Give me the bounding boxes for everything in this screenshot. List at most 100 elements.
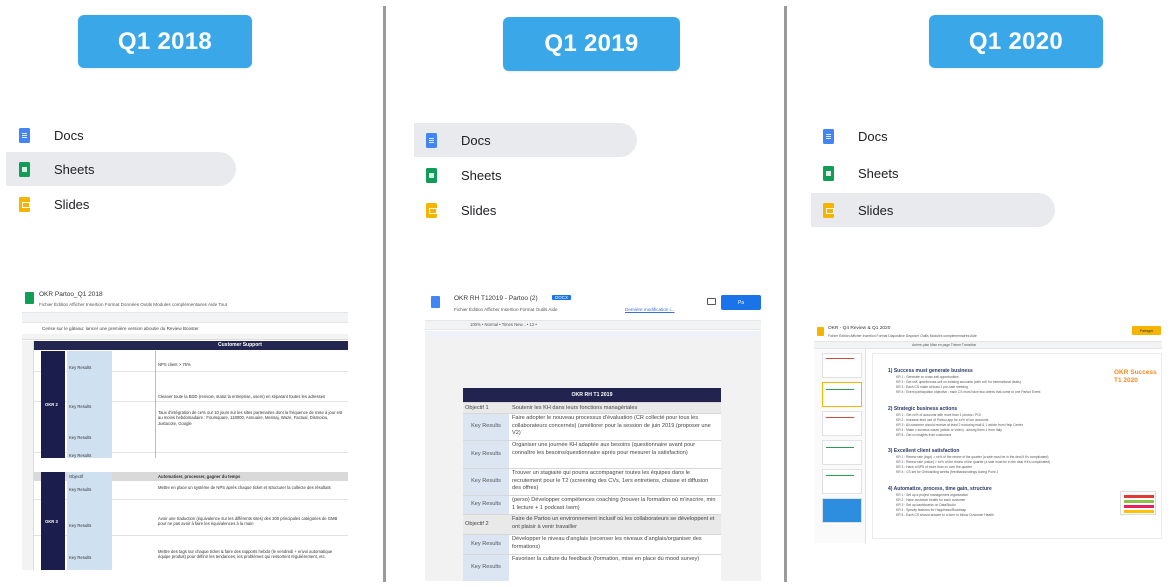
legend-swatch [1124, 500, 1154, 503]
quarter-button-q1-2018[interactable]: Q1 2018 [78, 15, 252, 68]
column-q1-2020: Q1 2020 Docs Sheets Slides OKR - Q4 Revi… [787, 0, 1173, 587]
thumb-line [826, 358, 854, 359]
slide-thumbnail[interactable] [822, 469, 862, 494]
section-header: Customer Support [218, 341, 262, 348]
table-row-text: Faire de Partoo un environnement inclusi… [509, 514, 721, 534]
comment-icon[interactable] [707, 298, 716, 305]
app-item-docs[interactable]: Docs [0, 118, 236, 152]
okr-label: OKR 3 [45, 519, 58, 524]
slide-bullet: KR 5 : Each CS should answer to a form t… [896, 513, 994, 517]
file-title: OKR Partoo_Q1 2018 [39, 291, 103, 298]
table-row-label: Objectif 1 [463, 402, 509, 413]
status-legend [1120, 491, 1156, 515]
slide-thumbnail[interactable] [822, 353, 862, 378]
thumb-line [826, 417, 854, 418]
sheets-icon [19, 161, 30, 177]
table-row-text: Soutenir les KH dans leurs fonctions man… [509, 402, 721, 413]
slide-thumbnail[interactable] [822, 382, 862, 407]
toolbar-text: 100% • Normal • Times New... • 12 • [470, 322, 537, 327]
doc-screenshot-2019: OKR RH T12019 - Partoo (2) DOCX Fichier … [425, 283, 761, 581]
sheets-file-icon [25, 292, 34, 304]
table-row-text: Faire adopter le nouveau processus d'éva… [509, 413, 721, 440]
table-row-text: (perso) Développer compétences coaching … [509, 495, 721, 514]
docs-file-icon [431, 296, 440, 308]
last-edit-link[interactable]: Dernière modification i... [625, 307, 675, 312]
slide-bullet: KR 4 : Event participation objective : e… [896, 390, 1041, 394]
docs-icon [823, 128, 834, 144]
slide-thumbnail[interactable] [822, 440, 862, 465]
table-row-text: Trouver un stagiaire qui pourra accompag… [509, 468, 721, 495]
kr-label: Key Results [69, 523, 92, 528]
slide-bullet: KR 5 : Get xx insights from customers [896, 433, 952, 437]
kr-label: Key Results [69, 435, 92, 440]
kr-label: Key Results [69, 487, 92, 492]
kr-text: Mettre en place un système de NPS après … [158, 485, 331, 490]
share-button[interactable]: Pa [721, 295, 761, 310]
toolbar-text: Arrière-plan Mise en page Thème Transiti… [912, 342, 977, 347]
quarter-button-q1-2019[interactable]: Q1 2019 [503, 17, 680, 71]
legend-swatch [1124, 505, 1154, 508]
app-item-sheets[interactable]: Sheets [811, 156, 1055, 190]
docx-badge: DOCX [552, 295, 572, 300]
quarter-button-q1-2020[interactable]: Q1 2020 [929, 15, 1103, 68]
file-title: OKR RH T12019 - Partoo (2) [454, 295, 538, 302]
app-item-label: Slides [54, 196, 90, 212]
sheets-icon [823, 165, 834, 181]
slides-screenshot-2020: OKR - Q4 Review & Q1 2020 Fichier Éditio… [814, 323, 1162, 543]
app-item-sheets[interactable]: Sheets [6, 152, 236, 186]
thumb-line [826, 389, 854, 390]
share-button[interactable]: Partager [1132, 326, 1161, 335]
kr-label: Key Results [69, 404, 92, 409]
app-item-label: Sheets [54, 161, 95, 177]
slide-heading: 3) Excellent client satisfaction [888, 448, 960, 454]
kr-text: Avoir une traduction (équivalence sur le… [158, 516, 338, 527]
table-row-label: Key Results [463, 440, 509, 468]
column-header-row [22, 334, 348, 340]
table-row-text: Développer le niveau d'anglais (recenser… [509, 534, 721, 554]
kr-text: Mettre des tags sur chaque ticket & fair… [158, 549, 333, 560]
table-row-text: Organiser une journée KH adaptée aux bes… [509, 440, 721, 468]
table-title: OKR RH T1 2019 [463, 388, 721, 402]
app-item-docs[interactable]: Docs [414, 123, 637, 157]
app-item-slides[interactable]: Slides [414, 193, 637, 227]
slides-icon [19, 196, 30, 212]
objectif-label: Objectif [69, 474, 84, 479]
okr-label: OKR 2 [45, 402, 58, 407]
app-item-label: Slides [461, 202, 497, 218]
row-number-column [22, 341, 34, 570]
file-title: OKR - Q4 Review & Q1 2020 [828, 326, 891, 331]
table-row-label: Key Results [463, 468, 509, 495]
legend-swatch [1124, 510, 1154, 513]
kr-text: NPS client > 75% [158, 362, 191, 367]
app-item-sheets[interactable]: Sheets [414, 158, 637, 192]
file-menu: Fichier Édition Afficher Insertion Forma… [454, 307, 558, 312]
file-menu: Fichier Édition Afficher Insertion Forma… [39, 302, 228, 307]
table-row-text: Favoriser la culture du feedback (format… [509, 554, 721, 581]
file-menu: Fichier Édition Afficher Insertion Forma… [828, 334, 977, 338]
kr-label: Key Results [69, 365, 92, 370]
app-item-label: Docs [54, 127, 84, 143]
slide-thumbnail[interactable] [822, 411, 862, 436]
okr-table: OKR RH T1 2019 Objectif 1 Soutenir les K… [463, 388, 721, 581]
table-row-label: Key Results [463, 495, 509, 514]
kr-label: Key Results [69, 453, 92, 458]
slide-thumbnail[interactable] [822, 498, 862, 523]
sheet-toolbar [22, 312, 348, 323]
table-row-label: Objectif 2 [463, 514, 509, 534]
app-item-slides[interactable]: Slides [0, 187, 236, 221]
formula-bar: Cerise sur le gâteau: lancer une premièr… [42, 326, 199, 331]
table-row-label: Key Results [463, 554, 509, 581]
table-row-label: Key Results [463, 413, 509, 440]
kr-text: Cleaner toute la BDD (renvoie, statut la… [158, 394, 326, 399]
slide-heading: 4) Automatize, process, time gain, struc… [888, 486, 992, 492]
app-item-docs[interactable]: Docs [811, 119, 1055, 153]
kr-text: Taux d'intégration de ce% our 10 jours s… [158, 410, 343, 426]
app-item-label: Slides [858, 202, 894, 218]
slide-heading: 2) Strategic business actions [888, 406, 958, 412]
app-item-slides[interactable]: Slides [811, 193, 1055, 227]
sheet-screenshot-2018: OKR Partoo_Q1 2018 Fichier Édition Affic… [22, 287, 348, 570]
column-q1-2018: Q1 2018 Docs Sheets Slides OKR Partoo_Q1… [0, 0, 383, 587]
app-item-label: Sheets [461, 167, 502, 183]
share-label: Pa [737, 299, 745, 306]
legend-swatch [1124, 495, 1154, 498]
